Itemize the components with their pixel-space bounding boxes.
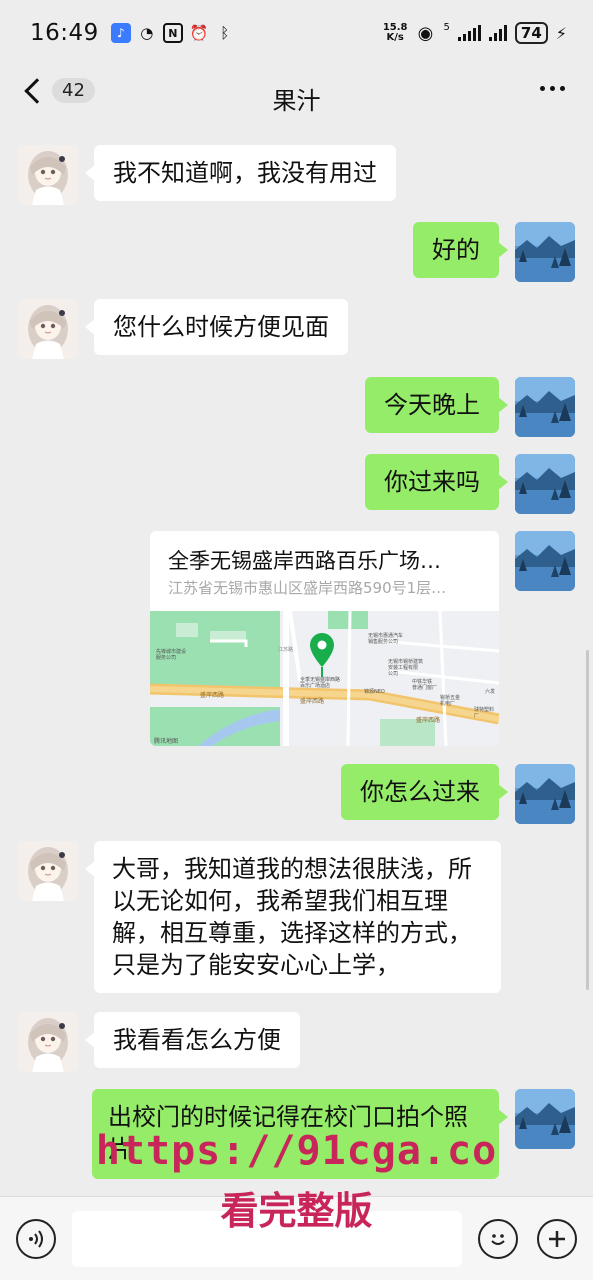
contact-avatar[interactable] [18,1012,78,1072]
outgoing-message-bubble[interactable]: 你怎么过来 [341,764,508,820]
plus-icon [549,1231,565,1247]
location-card[interactable]: 全季无锡盛岸西路百乐广场… 江苏省无锡市惠山区盛岸西路590号1层… 先锋城市建… [150,531,499,746]
message-row: 你过来吗 [0,454,593,516]
bluetooth-icon: ᛒ [220,24,230,42]
emoji-icon [491,1234,505,1245]
map-label-poi-1: 无锡市惠通汽车销售服务公司 [368,632,403,645]
scrollbar[interactable] [586,650,589,990]
incoming-message-bubble[interactable]: 我不知道啊，我没有用过 [85,145,396,201]
map-label-road-1: 盛岸西路 [200,691,224,699]
incoming-message-bubble[interactable]: 我看看怎么方便 [85,1012,300,1068]
chevron-left-icon [24,77,50,104]
status-icons-left: ♪ ◔ N ⏰ ᛒ [110,23,235,43]
status-bar: 16:49 ♪ ◔ N ⏰ ᛒ 15.8 K/s ◉ 5 74 ⚡ [0,0,593,66]
input-bar [0,1196,593,1280]
speedometer-icon: ◔ [140,24,154,42]
voice-app-icon: ♪ [110,23,131,43]
hotspot-icon: ◉ [417,22,434,44]
message-row: 我看看怎么方便 [0,1012,593,1074]
my-avatar[interactable] [515,454,575,514]
map-label-road-4: 江苏路 [278,646,293,653]
unread-count-badge: 42 [52,78,95,103]
message-row: 我不知道啊，我没有用过 [0,145,593,207]
voice-input-button[interactable] [16,1219,56,1259]
signal-label: 5 [443,22,450,33]
my-avatar[interactable] [515,1089,575,1149]
my-avatar[interactable] [515,222,575,282]
my-avatar[interactable] [515,531,575,591]
message-input[interactable] [72,1211,462,1267]
contact-avatar[interactable] [18,841,78,901]
incoming-message-bubble[interactable]: 大哥，我知道我的想法很肤浅，所 以无论如何，我希望我们相互理 解，相互尊重，选择… [85,841,501,993]
more-functions-button[interactable] [537,1219,577,1259]
contact-avatar-image [18,841,78,901]
my-avatar-image [515,531,575,591]
outgoing-message-bubble[interactable]: 今天晚上 [365,377,508,433]
contact-avatar-image [18,299,78,359]
map-label-poi-5: 锦源NEO [364,688,385,695]
contact-avatar-image [18,1012,78,1072]
location-title: 全季无锡盛岸西路百乐广场… [168,549,441,573]
message-row: 好的 [0,222,593,284]
signal-2-icon [488,25,507,41]
more-dot-icon [550,86,555,91]
message-row: 今天晚上 [0,377,593,439]
back-button[interactable]: 42 [20,77,95,104]
message-row: 你怎么过来 [0,764,593,826]
map-attribution: 腾讯地图 [154,737,178,745]
map-label-poi-9: 六发 [485,688,495,695]
nfc-icon: N [162,23,183,43]
outgoing-message-bubble[interactable]: 你过来吗 [365,454,508,510]
outgoing-message-bubble[interactable]: 好的 [413,222,508,278]
message-row: 出校门的时候记得在校门口拍个照 片 [0,1089,593,1179]
contact-avatar[interactable] [18,145,78,205]
status-right: 15.8 K/s ◉ 5 74 ⚡ [383,22,567,44]
my-avatar-image [515,377,575,437]
chat-title: 果汁 [272,86,321,115]
my-avatar-image [515,1089,575,1149]
my-avatar-image [515,764,575,824]
more-dot-icon [560,86,565,91]
contact-avatar[interactable] [18,299,78,359]
map-block [176,623,198,637]
location-address: 江苏省无锡市惠山区盛岸西路590号1层… [168,579,447,597]
my-avatar[interactable] [515,764,575,824]
incoming-message-bubble[interactable]: 您什么时候方便见面 [85,299,348,355]
emoji-button[interactable] [478,1219,518,1259]
status-time: 16:49 [30,20,99,46]
alarm-icon: ⏰ [189,24,209,42]
map-label-road-2: 盛岸西路 [300,697,324,705]
my-avatar-image [515,454,575,514]
outgoing-message-bubble[interactable]: 出校门的时候记得在校门口拍个照 片 [92,1089,508,1179]
message-row: 您什么时候方便见面 [0,299,593,361]
map-label-road-3: 盛岸西路 [416,716,440,724]
message-row: 大哥，我知道我的想法很肤浅，所 以无论如何，我希望我们相互理 解，相互尊重，选择… [0,841,593,995]
chat-header: 42 果汁 [0,66,593,130]
charging-icon: ⚡ [555,23,567,43]
map-park-area [328,611,368,629]
more-options-button[interactable] [540,86,565,91]
signal-1-icon [457,25,481,41]
network-speed-unit: K/s [386,32,404,43]
my-avatar-image [515,222,575,282]
my-avatar[interactable] [515,377,575,437]
battery-indicator: 74 [514,22,548,44]
location-map[interactable]: 先锋城市建设服务公司 无锡市惠通汽车销售服务公司 无锡市锡桥建筑安装工程有限公司… [150,611,499,746]
voice-icon [29,1230,43,1248]
network-speed: 15.8 K/s [383,23,408,43]
more-dot-icon [540,86,545,91]
contact-avatar-image [18,145,78,205]
